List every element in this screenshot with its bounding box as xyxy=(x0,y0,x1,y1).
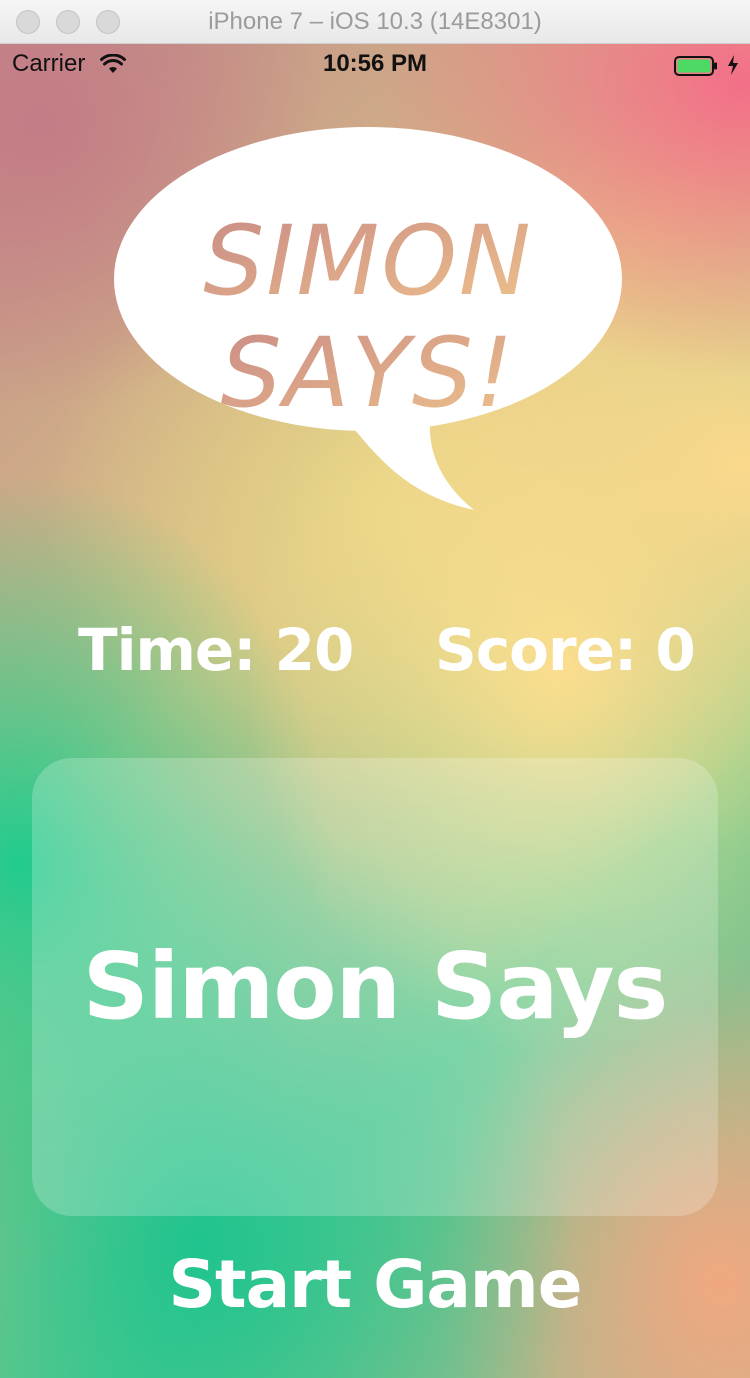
command-card[interactable]: Simon Says xyxy=(32,758,718,1216)
time-remaining-label: Time: 20 xyxy=(78,616,354,684)
status-time: 10:56 PM xyxy=(322,50,428,77)
battery-icon xyxy=(674,56,717,76)
score-label: Score: 0 xyxy=(435,616,696,684)
simulator-window: iPhone 7 – iOS 10.3 (14E8301) Carrier 10… xyxy=(0,0,750,1378)
start-game-button[interactable]: Start Game xyxy=(125,1240,625,1330)
command-text: Simon Says xyxy=(82,933,669,1040)
status-bar: Carrier 10:56 PM xyxy=(0,44,750,84)
simon-says-logo: SIMON SAYS! xyxy=(114,127,622,510)
app-screen: Carrier 10:56 PM SIMON SAYS! Time: 20 Sc… xyxy=(0,44,750,1378)
charging-bolt-icon xyxy=(728,55,738,75)
window-title: iPhone 7 – iOS 10.3 (14E8301) xyxy=(208,8,542,35)
window-titlebar: iPhone 7 – iOS 10.3 (14E8301) xyxy=(0,0,750,44)
logo-text-line1: SIMON xyxy=(203,205,532,317)
logo-text-line2: SAYS! xyxy=(221,317,516,429)
